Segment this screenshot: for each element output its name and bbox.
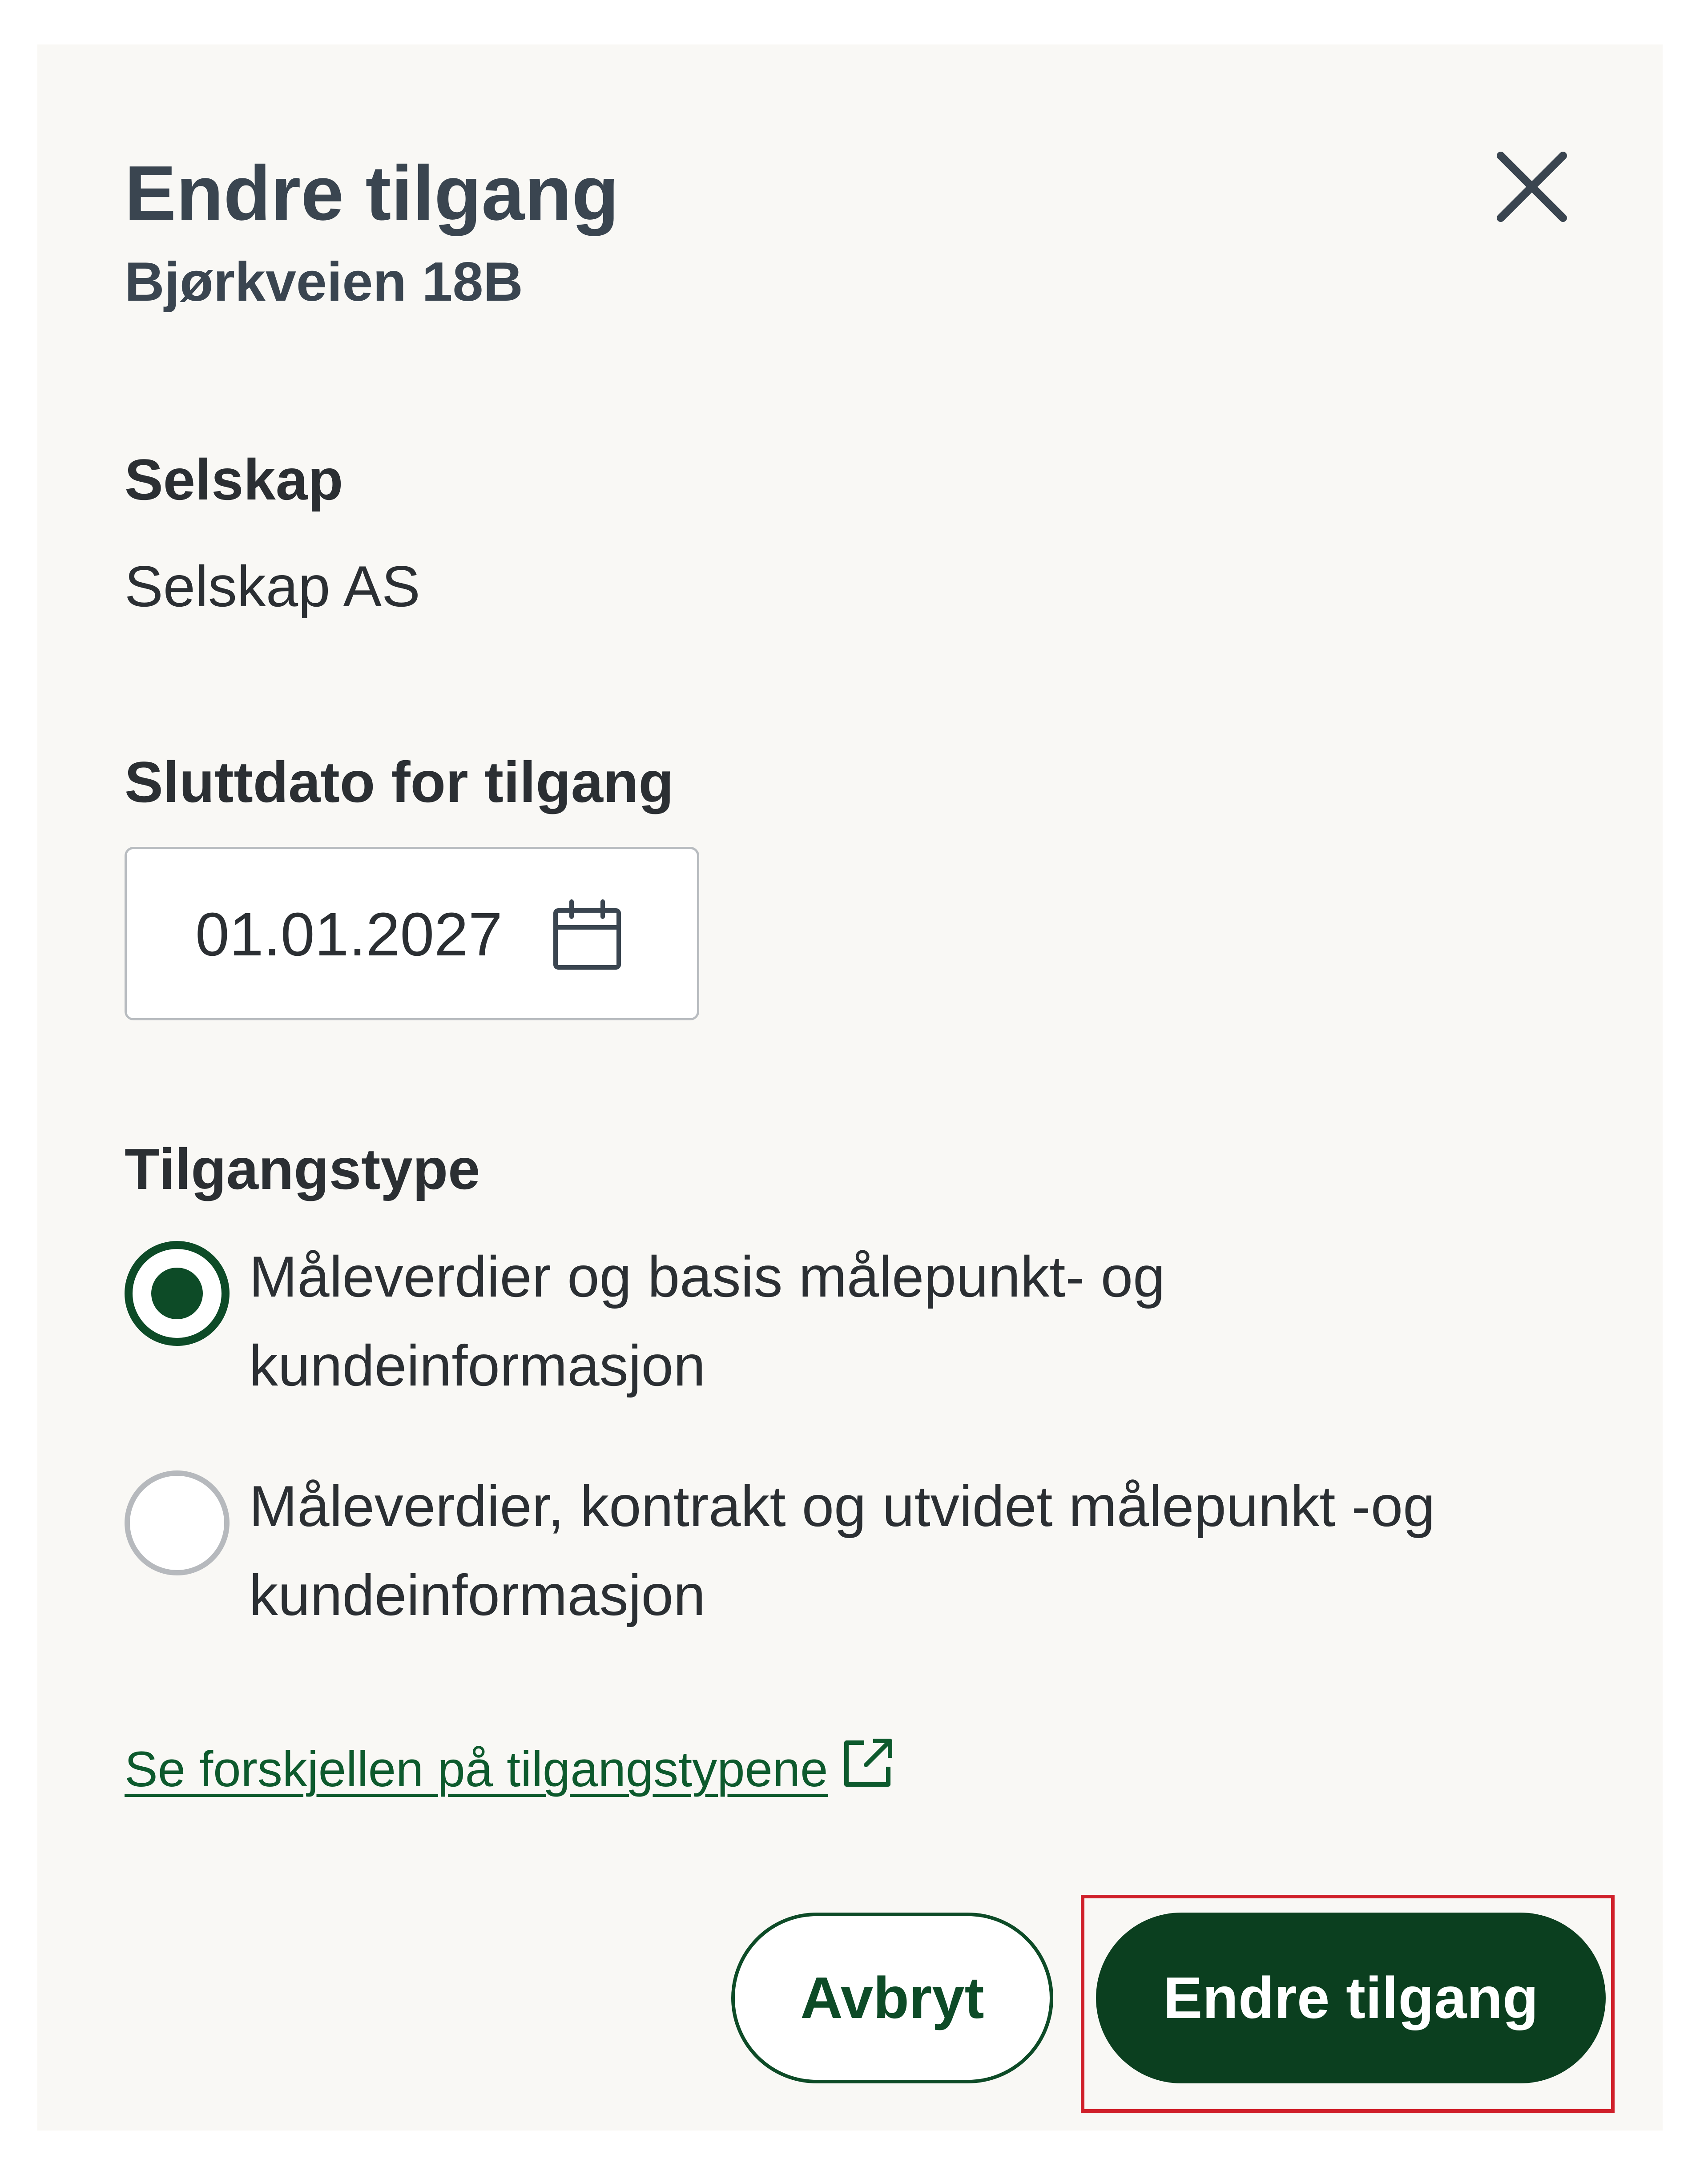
external-link-icon xyxy=(844,1739,893,1787)
access-type-basic-radio[interactable] xyxy=(125,1241,230,1346)
company-label: Selskap xyxy=(125,447,343,512)
radio-selected-dot xyxy=(151,1268,203,1319)
calendar-button[interactable] xyxy=(549,898,625,974)
dialog-subtitle-address: Bjørkveien 18B xyxy=(125,251,523,313)
close-icon xyxy=(1497,152,1567,222)
highlight-box xyxy=(1081,1895,1615,2113)
access-type-extended-label[interactable]: Måleverdier, kontrakt og utvidet målepun… xyxy=(249,1462,1610,1639)
access-type-label: Tilgangstype xyxy=(125,1136,480,1201)
access-type-basic-label[interactable]: Måleverdier og basis målepunkt- og kunde… xyxy=(249,1232,1610,1410)
close-button[interactable] xyxy=(1478,133,1585,240)
end-date-input[interactable]: 01.01.2027 xyxy=(125,847,699,1020)
end-date-label: Sluttdato for tilgang xyxy=(125,749,674,814)
end-date-value: 01.01.2027 xyxy=(195,900,503,969)
calendar-icon xyxy=(553,899,621,970)
dialog-title: Endre tilgang xyxy=(125,149,619,236)
access-types-info-link-text: Se forskjellen på tilgangstypene xyxy=(125,1741,828,1797)
change-access-dialog: Endre tilgang Bjørkveien 18B Selskap Sel… xyxy=(37,44,1663,2131)
access-type-extended-radio[interactable] xyxy=(125,1470,230,1575)
company-value: Selskap AS xyxy=(125,554,420,619)
cancel-button[interactable]: Avbryt xyxy=(731,1913,1053,2083)
access-types-info-link[interactable]: Se forskjellen på tilgangstypene xyxy=(125,1735,896,1799)
